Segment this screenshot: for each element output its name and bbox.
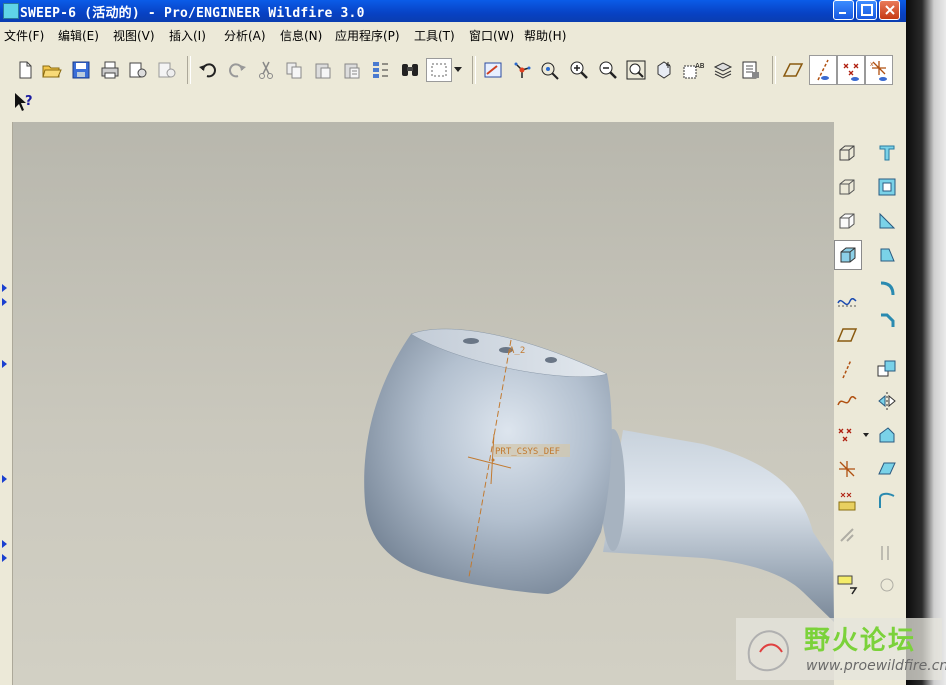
wireframe-icon[interactable] bbox=[834, 140, 860, 166]
watermark-brand: 野火论坛 bbox=[804, 626, 917, 656]
round-tool-icon[interactable] bbox=[874, 276, 900, 302]
context-help-icon[interactable]: ? bbox=[12, 90, 36, 114]
sweep-pipe bbox=[603, 430, 834, 622]
datum-curve-tool-icon[interactable] bbox=[834, 388, 860, 414]
menu-edit[interactable]: 编辑(E) bbox=[58, 27, 99, 44]
csys-origin bbox=[491, 458, 495, 462]
spin-center-icon[interactable] bbox=[510, 58, 534, 82]
datum-point-tool-icon[interactable] bbox=[834, 422, 872, 448]
send-mail-icon[interactable] bbox=[126, 58, 150, 82]
paste-special-icon[interactable] bbox=[340, 58, 364, 82]
copy-icon[interactable] bbox=[282, 58, 306, 82]
selection-dropdown-icon[interactable] bbox=[452, 58, 464, 82]
model-tree-collapsed-strip[interactable] bbox=[0, 122, 13, 685]
title-bar: SWEEP-6 (活动的) - Pro/ENGINEER Wildfire 3.… bbox=[0, 0, 906, 22]
close-button[interactable] bbox=[879, 0, 900, 20]
datum-plane-tool-icon[interactable] bbox=[834, 322, 860, 348]
paste-icon[interactable] bbox=[311, 58, 335, 82]
save-icon[interactable] bbox=[69, 58, 93, 82]
saved-views-icon[interactable]: AB bbox=[682, 58, 706, 82]
svg-text:x: x bbox=[870, 61, 874, 68]
cut-icon[interactable] bbox=[254, 58, 278, 82]
expand-arrow-icon[interactable] bbox=[2, 360, 7, 368]
insert-annotation-icon[interactable] bbox=[834, 572, 860, 598]
sketch-tool-dim-icon[interactable] bbox=[834, 522, 860, 548]
datum-axis-tool-icon[interactable] bbox=[834, 356, 860, 382]
menu-applications[interactable]: 应用程序(P) bbox=[335, 27, 400, 44]
menu-file[interactable]: 文件(F) bbox=[4, 27, 44, 44]
copy-tool-icon[interactable] bbox=[874, 356, 900, 382]
no-hidden-icon[interactable] bbox=[834, 208, 860, 234]
hole bbox=[545, 357, 557, 363]
open-folder-icon[interactable] bbox=[40, 58, 64, 82]
window-title: SWEEP-6 (活动的) - Pro/ENGINEER Wildfire 3.… bbox=[20, 6, 365, 21]
feature-toolbar bbox=[834, 122, 906, 685]
svg-text:?: ? bbox=[25, 94, 33, 109]
svg-text:AB: AB bbox=[695, 62, 705, 70]
new-file-icon[interactable] bbox=[13, 58, 37, 82]
menu-bar: 文件(F) 编辑(E) 视图(V) 插入(I) 分析(A) 信息(N) 应用程序… bbox=[0, 22, 906, 48]
zoom-in-icon[interactable] bbox=[567, 58, 591, 82]
chamfer-tool-icon[interactable] bbox=[874, 308, 900, 334]
expand-arrow-icon[interactable] bbox=[2, 540, 7, 548]
redo-icon[interactable] bbox=[225, 58, 249, 82]
view-manager-icon[interactable] bbox=[739, 58, 763, 82]
app-icon bbox=[3, 3, 19, 19]
csys-toggle-icon[interactable]: x bbox=[865, 55, 893, 85]
graphics-window[interactable]: A_2 PRT_CSYS_DEF bbox=[13, 122, 834, 685]
3d-model-view[interactable]: A_2 PRT_CSYS_DEF bbox=[13, 122, 834, 685]
layers-icon[interactable] bbox=[711, 58, 735, 82]
undo-icon[interactable] bbox=[196, 58, 220, 82]
orient-mode-icon[interactable] bbox=[538, 58, 562, 82]
expand-arrow-icon[interactable] bbox=[2, 298, 7, 306]
shading-icon[interactable] bbox=[834, 240, 862, 270]
expand-arrow-icon[interactable] bbox=[2, 554, 7, 562]
minimize-button[interactable] bbox=[833, 0, 854, 20]
forum-watermark: 野火论坛 www.proewildfire.cn bbox=[736, 618, 946, 680]
menu-tools[interactable]: 工具(T) bbox=[414, 27, 455, 44]
offset-tool-dim-icon[interactable] bbox=[874, 540, 900, 566]
find-icon[interactable] bbox=[398, 58, 422, 82]
menu-info[interactable]: 信息(N) bbox=[280, 27, 322, 44]
expand-arrow-icon[interactable] bbox=[2, 284, 7, 292]
thicken-tool-dim-icon[interactable] bbox=[874, 572, 900, 598]
csys-label: PRT_CSYS_DEF bbox=[495, 447, 560, 457]
menu-insert[interactable]: 插入(I) bbox=[169, 27, 206, 44]
refit-icon[interactable] bbox=[624, 58, 648, 82]
draft-tool-icon[interactable] bbox=[874, 242, 900, 268]
sketch-curve-tool-icon[interactable] bbox=[834, 288, 860, 314]
main-toolbar: AB x ? bbox=[0, 48, 906, 123]
repaint-icon[interactable] bbox=[481, 58, 505, 82]
desktop-background bbox=[906, 0, 946, 685]
shell-tool-icon[interactable] bbox=[874, 174, 900, 200]
zoom-out-icon[interactable] bbox=[596, 58, 620, 82]
menu-help[interactable]: 帮助(H) bbox=[524, 27, 566, 44]
regenerate-icon[interactable] bbox=[369, 58, 393, 82]
mail-recipient-icon[interactable] bbox=[155, 58, 179, 82]
menu-view[interactable]: 视图(V) bbox=[113, 27, 155, 44]
selection-box-icon[interactable] bbox=[426, 58, 452, 82]
reorient-icon[interactable] bbox=[652, 58, 676, 82]
merge-tool-icon[interactable] bbox=[874, 422, 900, 448]
watermark-logo-icon bbox=[747, 630, 790, 672]
watermark-url: www.proewildfire.cn bbox=[806, 658, 946, 674]
hole-tool-icon[interactable] bbox=[874, 140, 900, 166]
mirror-tool-icon[interactable] bbox=[874, 388, 900, 414]
datum-axis-label: A_2 bbox=[509, 346, 525, 356]
extend-tool-icon[interactable] bbox=[874, 488, 900, 514]
csys-tool-icon[interactable] bbox=[834, 456, 860, 482]
print-icon[interactable] bbox=[98, 58, 122, 82]
rib-tool-icon[interactable] bbox=[874, 208, 900, 234]
menu-analysis[interactable]: 分析(A) bbox=[224, 27, 266, 44]
expand-arrow-icon[interactable] bbox=[2, 475, 7, 483]
hidden-line-icon[interactable] bbox=[834, 174, 860, 200]
datum-points-toggle-icon[interactable] bbox=[837, 55, 865, 85]
maximize-button[interactable] bbox=[856, 0, 877, 20]
analysis-feature-icon[interactable] bbox=[834, 488, 860, 514]
datum-axes-toggle-icon[interactable] bbox=[809, 55, 837, 85]
datum-planes-toggle-icon[interactable] bbox=[781, 58, 805, 82]
hole bbox=[463, 338, 479, 344]
menu-window[interactable]: 窗口(W) bbox=[469, 27, 514, 44]
trim-tool-icon[interactable] bbox=[874, 456, 900, 482]
